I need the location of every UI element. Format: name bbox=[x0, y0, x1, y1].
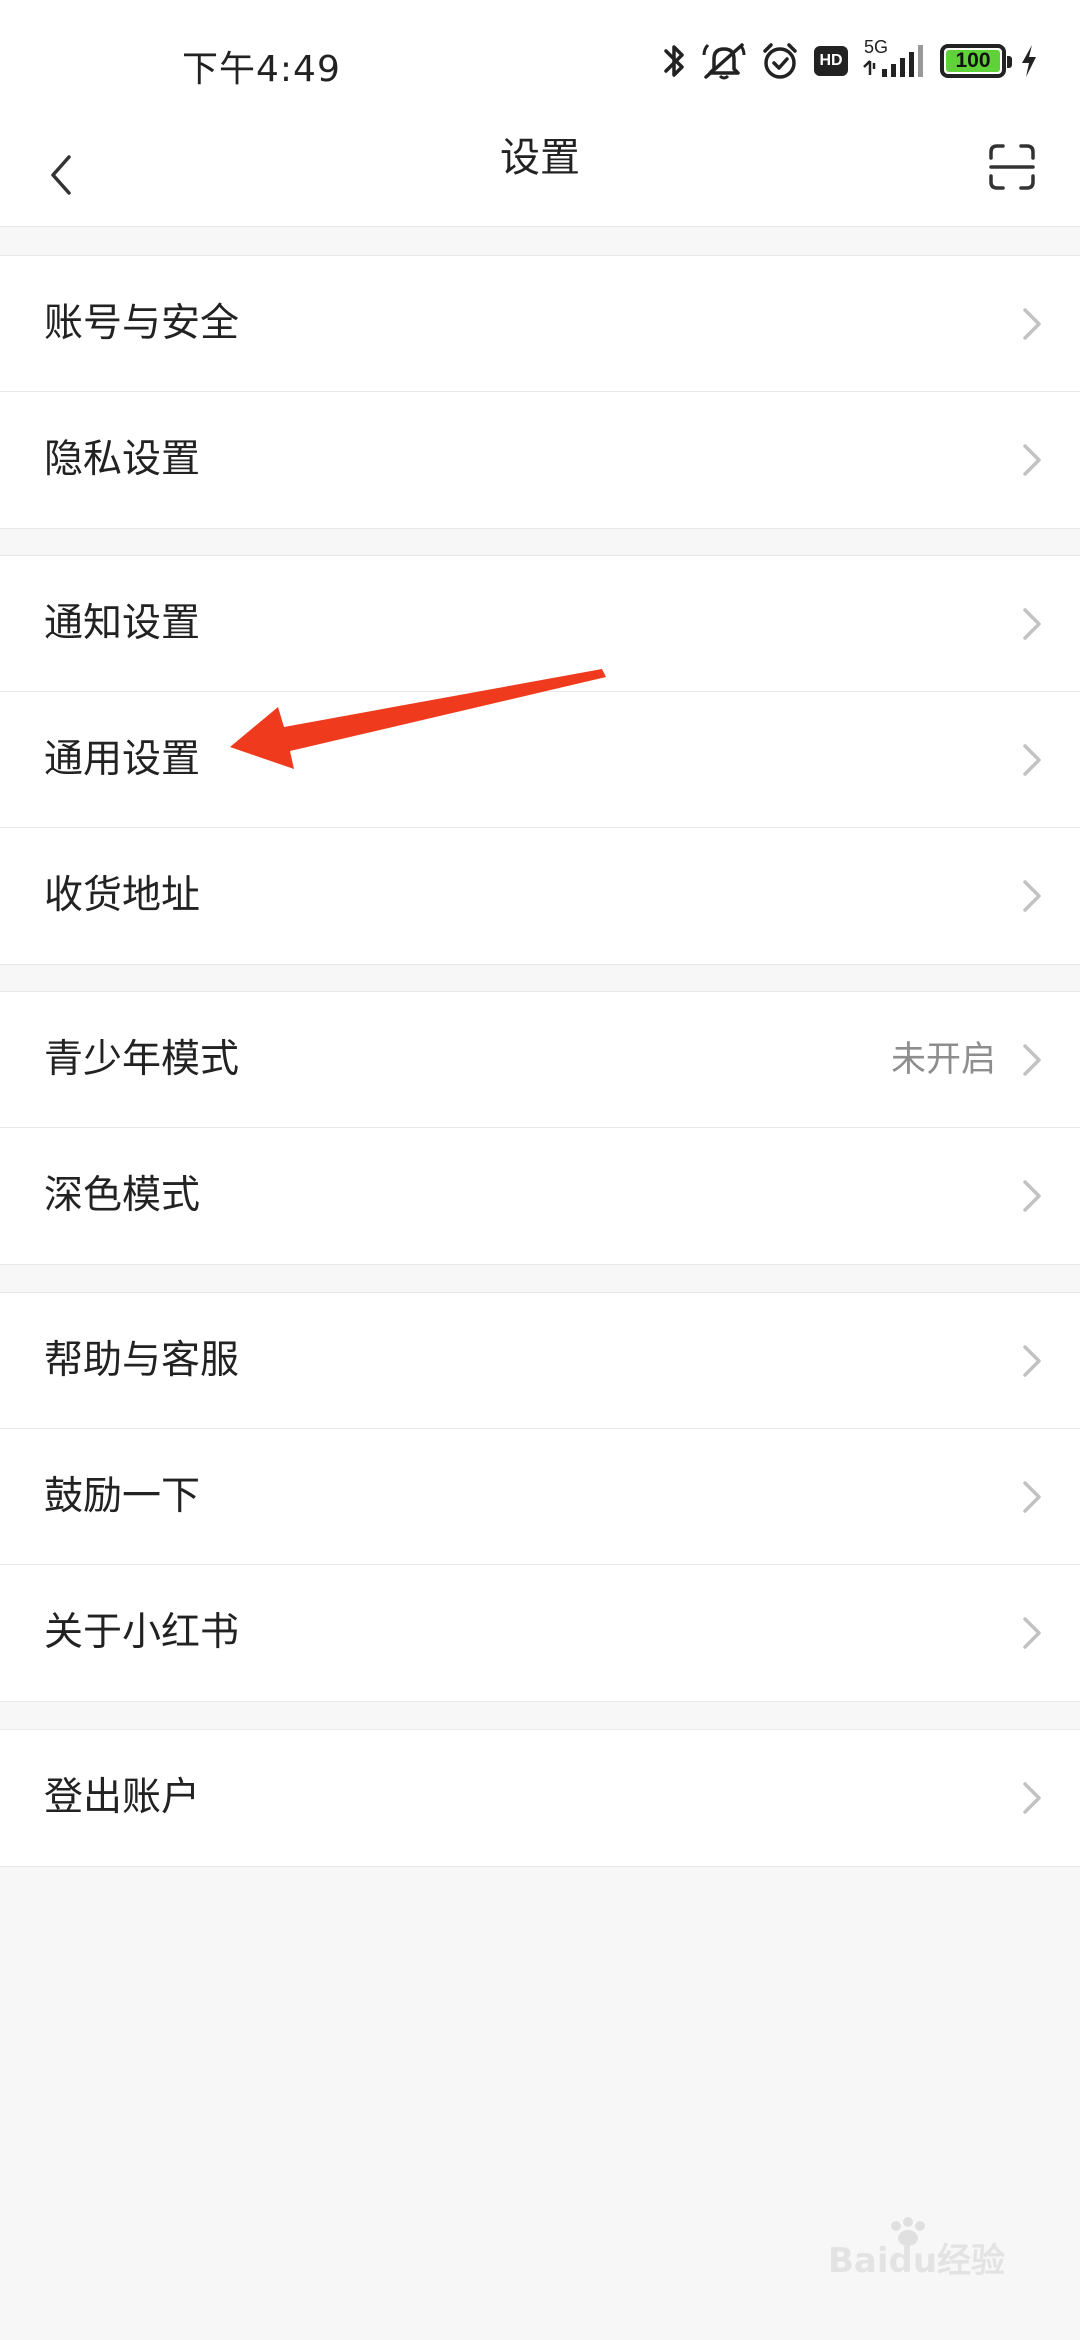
settings-group-account: 账号与安全 隐私设置 bbox=[0, 255, 1080, 529]
row-label: 青少年模式 bbox=[44, 1037, 240, 1082]
baidu-watermark: Baidu经验 bbox=[828, 2217, 1005, 2280]
settings-row-general[interactable]: 通用设置 bbox=[0, 692, 1080, 828]
settings-group-logout: 登出账户 bbox=[0, 1729, 1080, 1867]
chevron-right-icon bbox=[1023, 444, 1041, 476]
chevron-right-icon bbox=[1023, 608, 1041, 640]
bluetooth-icon bbox=[664, 45, 684, 77]
row-label: 收货地址 bbox=[44, 873, 201, 918]
settings-row-logout[interactable]: 登出账户 bbox=[0, 1730, 1080, 1866]
settings-group-support: 帮助与客服 鼓励一下 关于小红书 bbox=[0, 1292, 1080, 1702]
settings-row-dark-mode[interactable]: 深色模式 bbox=[0, 1128, 1080, 1264]
chevron-right-icon bbox=[1023, 1617, 1041, 1649]
settings-row-notifications[interactable]: 通知设置 bbox=[0, 556, 1080, 692]
back-icon bbox=[51, 155, 71, 195]
chevron-right-icon bbox=[1023, 1481, 1041, 1513]
chevron-right-icon bbox=[1023, 1782, 1041, 1814]
status-bar: 下午4:49 HD 5G 100 bbox=[0, 0, 1080, 125]
row-label: 登出账户 bbox=[44, 1775, 201, 1820]
settings-group-modes: 青少年模式 未开启 深色模式 bbox=[0, 991, 1080, 1265]
settings-row-about[interactable]: 关于小红书 bbox=[0, 1565, 1080, 1701]
settings-row-account-security[interactable]: 账号与安全 bbox=[0, 256, 1080, 392]
row-label: 鼓励一下 bbox=[44, 1474, 201, 1519]
chevron-right-icon bbox=[1023, 1044, 1041, 1076]
settings-group-general: 通知设置 通用设置 收货地址 bbox=[0, 555, 1080, 965]
watermark-text: Baidu经验 bbox=[828, 2241, 1005, 2280]
settings-row-rate-us[interactable]: 鼓励一下 bbox=[0, 1429, 1080, 1565]
alarm-icon bbox=[763, 43, 797, 79]
status-icons: HD 5G 100 bbox=[662, 36, 1038, 86]
row-label: 帮助与客服 bbox=[44, 1338, 240, 1383]
scan-icon bbox=[989, 144, 1035, 190]
chevron-right-icon bbox=[1023, 1345, 1041, 1377]
battery-level: 100 bbox=[955, 49, 991, 72]
chevron-right-icon bbox=[1023, 880, 1041, 912]
row-label: 关于小红书 bbox=[44, 1610, 240, 1655]
hd-badge: HD bbox=[814, 46, 848, 76]
row-label: 通知设置 bbox=[44, 601, 201, 646]
chevron-right-icon bbox=[1023, 1180, 1041, 1212]
back-button[interactable] bbox=[36, 143, 86, 207]
row-label: 账号与安全 bbox=[44, 301, 240, 346]
teen-mode-status: 未开启 bbox=[890, 1040, 996, 1080]
row-label: 通用设置 bbox=[44, 737, 201, 782]
chevron-right-icon bbox=[1023, 744, 1041, 776]
row-label: 隐私设置 bbox=[44, 437, 201, 482]
page-title: 设置 bbox=[500, 135, 580, 181]
signal-icon: 5G bbox=[862, 37, 926, 81]
mute-icon bbox=[702, 43, 746, 80]
settings-row-privacy[interactable]: 隐私设置 bbox=[0, 392, 1080, 528]
row-label: 深色模式 bbox=[44, 1173, 201, 1218]
settings-row-teen-mode[interactable]: 青少年模式 未开启 bbox=[0, 992, 1080, 1128]
scan-button[interactable] bbox=[980, 135, 1044, 199]
charging-icon bbox=[1022, 45, 1036, 77]
battery-indicator: 100 bbox=[940, 44, 1012, 78]
nav-header: 设置 bbox=[0, 125, 1080, 227]
status-time: 下午4:49 bbox=[182, 49, 341, 90]
settings-row-shipping-address[interactable]: 收货地址 bbox=[0, 828, 1080, 964]
settings-row-help[interactable]: 帮助与客服 bbox=[0, 1293, 1080, 1429]
battery-tip bbox=[1007, 56, 1012, 68]
chevron-right-icon bbox=[1023, 308, 1041, 340]
